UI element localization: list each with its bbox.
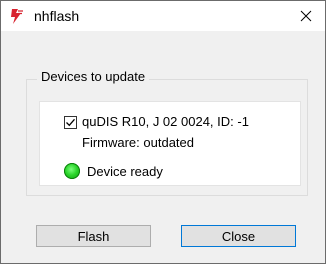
close-button[interactable]: Close bbox=[181, 225, 296, 247]
close-icon[interactable] bbox=[291, 1, 321, 31]
device-checkbox[interactable] bbox=[64, 116, 77, 129]
checkmark-icon bbox=[66, 118, 75, 127]
nhflash-app-icon bbox=[9, 8, 25, 25]
title-bar: nhflash bbox=[1, 1, 325, 31]
device-firmware-status: Firmware: outdated bbox=[82, 135, 194, 150]
device-status-text: Device ready bbox=[87, 164, 163, 179]
nhflash-dialog: nhflash Devices to update quDIS R10, J 0… bbox=[0, 0, 326, 264]
flash-button[interactable]: Flash bbox=[36, 225, 151, 247]
status-led-icon bbox=[64, 163, 80, 179]
groupbox-legend: Devices to update bbox=[37, 69, 150, 84]
device-name: quDIS R10, J 02 0024, ID: -1 bbox=[82, 114, 249, 129]
window-title: nhflash bbox=[34, 8, 80, 24]
